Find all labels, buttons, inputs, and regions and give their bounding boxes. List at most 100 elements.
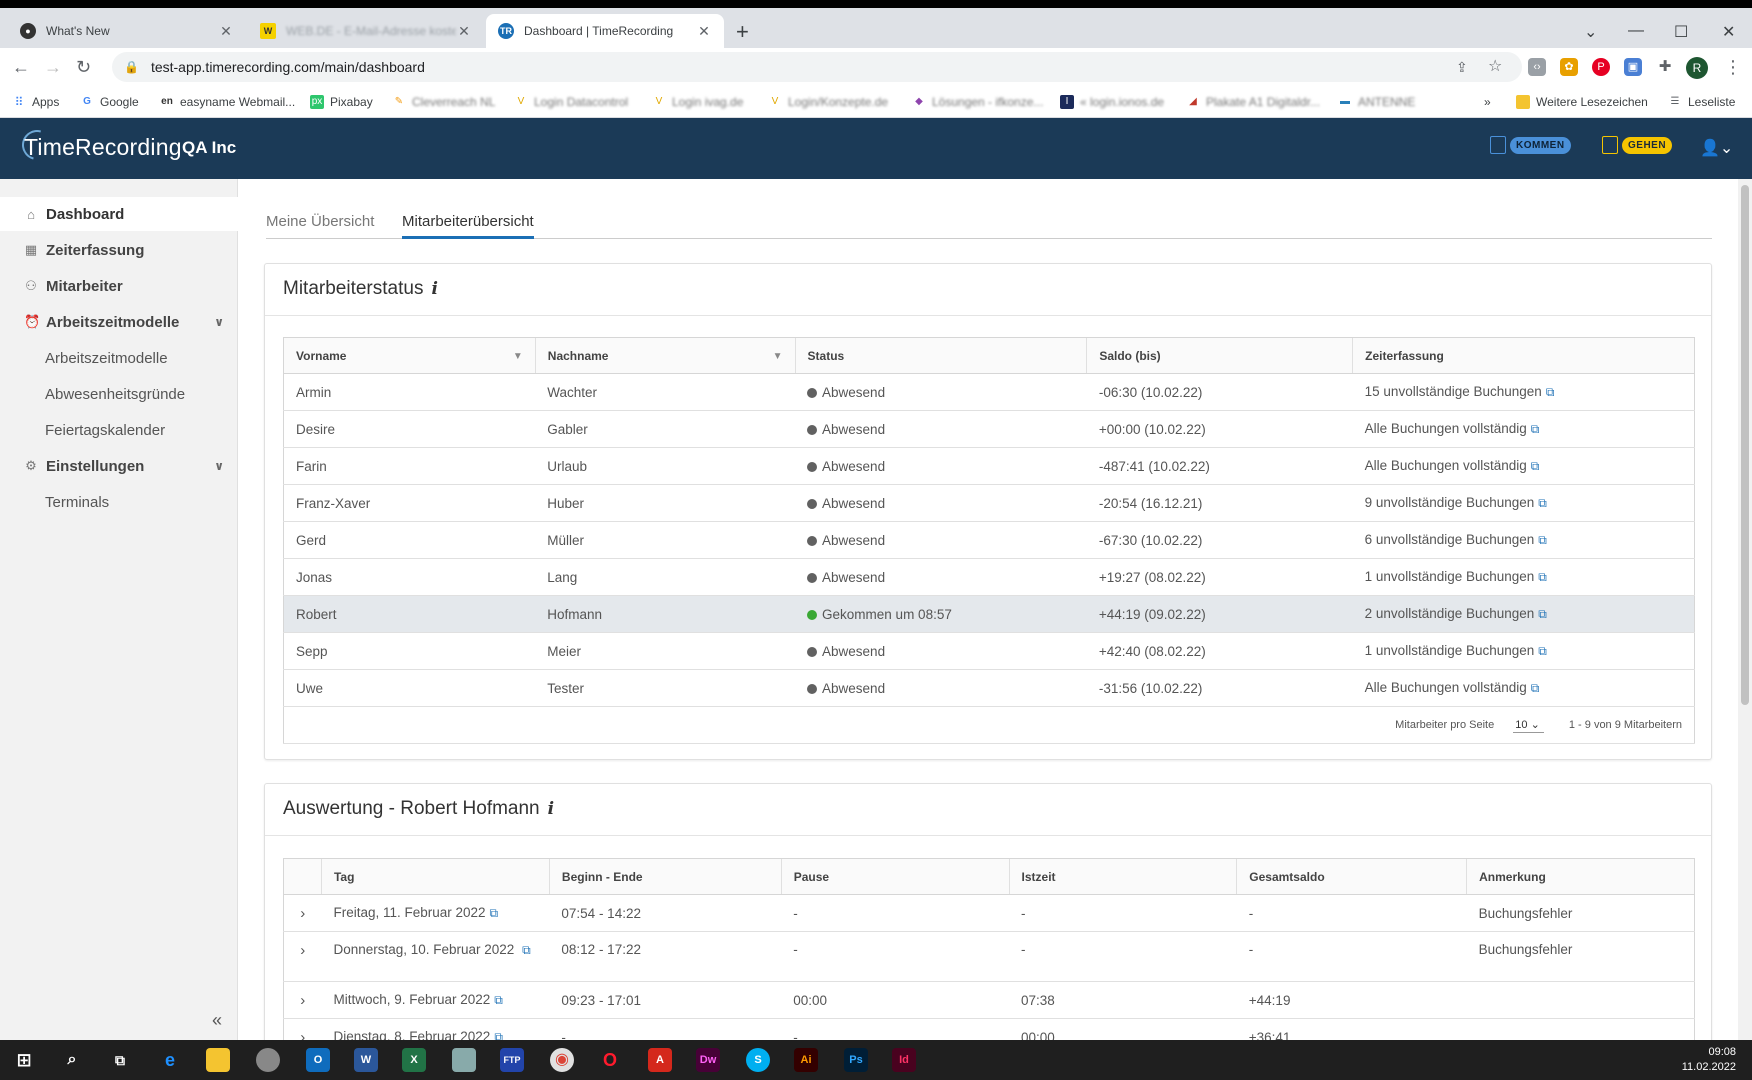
bookmark-pixabay[interactable]: px Pixabay (310, 95, 373, 109)
close-icon[interactable]: ✕ (456, 23, 472, 40)
external-link-icon[interactable]: ⧉ (1531, 681, 1540, 695)
collapse-sidebar-icon[interactable]: « (212, 1010, 222, 1031)
bookmark-star-icon[interactable]: ☆ (1488, 58, 1502, 76)
user-menu-icon[interactable]: 👤⌄ (1700, 138, 1733, 158)
page-scrollbar-thumb[interactable] (1741, 185, 1749, 705)
maximize-button[interactable]: ☐ (1674, 22, 1688, 42)
external-link-icon[interactable]: ⧉ (1538, 533, 1547, 547)
table-row[interactable]: Franz-Xaver Huber Abwesend -20:54 (16.12… (283, 484, 1695, 522)
ftp-icon[interactable]: FTP (500, 1048, 524, 1072)
cell-zeiterfassung[interactable]: 9 unvollständige Buchungen ⧉ (1352, 484, 1695, 522)
notes-icon[interactable] (452, 1048, 476, 1072)
profile-avatar[interactable]: R (1686, 57, 1708, 79)
gehen-button[interactable]: GEHEN (1602, 136, 1673, 154)
table-row[interactable]: Sepp Meier Abwesend +42:40 (08.02.22) 1 … (283, 632, 1695, 670)
cell-tag[interactable]: Donnerstag, 10. Februar 2022 ⧉ (321, 931, 550, 982)
skype-icon[interactable]: S (746, 1048, 770, 1072)
table-row[interactable]: › Mittwoch, 9. Februar 2022 ⧉ 09:23 - 17:… (283, 981, 1695, 1019)
table-row[interactable]: › Freitag, 11. Februar 2022 ⧉ 07:54 - 14:… (283, 894, 1695, 932)
filter-icon[interactable]: ▼ (773, 351, 783, 362)
table-row[interactable]: Gerd Müller Abwesend -67:30 (10.02.22) 6… (283, 521, 1695, 559)
indesign-icon[interactable]: Id (892, 1048, 916, 1072)
cell-zeiterfassung[interactable]: 15 unvollständige Buchungen ⧉ (1352, 373, 1695, 411)
cell-tag[interactable]: Mittwoch, 9. Februar 2022 ⧉ (321, 981, 550, 1019)
sidebar-item-zeiterfassung[interactable]: ▦ Zeiterfassung (0, 233, 238, 267)
filter-icon[interactable]: ▼ (513, 351, 523, 362)
dreamweaver-icon[interactable]: Dw (696, 1048, 720, 1072)
minimize-button[interactable]: — (1628, 22, 1644, 40)
cell-tag[interactable]: Freitag, 11. Februar 2022 ⧉ (321, 894, 550, 932)
external-link-icon[interactable]: ⧉ (1531, 459, 1540, 473)
cell-zeiterfassung[interactable]: 1 unvollständige Buchungen ⧉ (1352, 632, 1695, 670)
sidebar-item-einstellungen[interactable]: ⚙ Einstellungen ∨ (0, 449, 238, 483)
opera-icon[interactable]: O (598, 1048, 622, 1072)
task-view-icon[interactable]: ⧉ (108, 1048, 132, 1072)
sidebar-item-dashboard[interactable]: ⌂ Dashboard (0, 197, 238, 231)
chrome-icon[interactable]: ◉ (550, 1048, 574, 1072)
tab-mitarbeiteruebersicht[interactable]: Mitarbeiterübersicht (402, 213, 534, 239)
per-page-select[interactable]: 10 ⌄ (1513, 718, 1544, 733)
bookmark-ionos[interactable]: I « login.ionos.de (1060, 95, 1164, 109)
extension-gear-icon[interactable]: ✿ (1560, 58, 1578, 76)
info-icon[interactable]: i (548, 799, 554, 819)
bookmark-ivag[interactable]: V Login ivag.de (652, 95, 744, 109)
table-row[interactable]: Jonas Lang Abwesend +19:27 (08.02.22) 1 … (283, 558, 1695, 596)
bookmark-other[interactable]: Weitere Lesezeichen (1516, 95, 1648, 109)
file-explorer-icon[interactable] (206, 1048, 230, 1072)
sidebar-item-mitarbeiter[interactable]: ⚇ Mitarbeiter (0, 269, 238, 303)
external-link-icon[interactable]: ⧉ (490, 906, 499, 920)
illustrator-icon[interactable]: Ai (794, 1048, 818, 1072)
url-text[interactable]: test-app.timerecording.com/main/dashboar… (151, 59, 425, 75)
app-icon[interactable] (256, 1048, 280, 1072)
new-tab-button[interactable]: + (736, 21, 749, 43)
bookmarks-overflow-button[interactable]: » (1484, 95, 1491, 109)
external-link-icon[interactable]: ⧉ (494, 993, 503, 1007)
bookmark-easyname[interactable]: en easyname Webmail... (160, 95, 295, 109)
sidebar-item-arbeitszeitmodelle[interactable]: ⏰ Arbeitszeitmodelle ∨ (0, 305, 238, 339)
app-logo[interactable]: TimeRecording (24, 134, 182, 161)
browser-tab-whats-new[interactable]: ● What's New ✕ (8, 14, 246, 48)
reading-list-button[interactable]: ☰ Leseliste (1668, 95, 1736, 109)
cell-zeiterfassung[interactable]: 2 unvollständige Buchungen ⧉ (1352, 595, 1695, 633)
photoshop-icon[interactable]: Ps (844, 1048, 868, 1072)
cell-zeiterfassung[interactable]: Alle Buchungen vollständig ⧉ (1352, 669, 1695, 707)
reload-icon[interactable]: ↻ (76, 58, 91, 76)
excel-icon[interactable]: X (402, 1048, 426, 1072)
bookmark-antenne[interactable]: ▬ ANTENNE (1338, 95, 1415, 109)
external-link-icon[interactable]: ⧉ (1538, 570, 1547, 584)
bookmark-apps[interactable]: ⠿ Apps (12, 95, 60, 109)
pinterest-icon[interactable]: P (1592, 58, 1610, 76)
sidebar-subitem-abwesenheitsgruende[interactable]: Abwesenheitsgründe (45, 386, 185, 403)
browser-menu-icon[interactable]: ⋮ (1724, 58, 1742, 76)
close-icon[interactable]: ✕ (696, 23, 712, 40)
windows-start-icon[interactable]: ⊞ (12, 1048, 36, 1072)
table-row[interactable]: Uwe Tester Abwesend -31:56 (10.02.22) Al… (283, 669, 1695, 707)
cell-zeiterfassung[interactable]: 6 unvollständige Buchungen ⧉ (1352, 521, 1695, 559)
table-row[interactable]: Armin Wachter Abwesend -06:30 (10.02.22)… (283, 373, 1695, 411)
sidebar-subitem-arbeitszeitmodelle[interactable]: Arbeitszeitmodelle (45, 350, 168, 367)
bookmark-loesungen[interactable]: ◆ Lösungen - ifkonze... (912, 95, 1043, 109)
cell-zeiterfassung[interactable]: Alle Buchungen vollständig ⧉ (1352, 410, 1695, 448)
extension-code-icon[interactable]: ‹› (1528, 58, 1546, 76)
sidebar-subitem-feiertagskalender[interactable]: Feiertagskalender (45, 422, 165, 439)
bookmark-cleverreach[interactable]: ✎ Cleverreach NL (392, 95, 496, 109)
table-row-selected[interactable]: Robert Hofmann Gekommen um 08:57 +44:19 … (283, 595, 1695, 633)
column-header-vorname[interactable]: Vorname ▼ (283, 337, 536, 374)
share-icon[interactable]: ⇪ (1456, 58, 1468, 76)
expand-row-icon[interactable]: › (283, 894, 322, 932)
table-row[interactable]: Desire Gabler Abwesend +00:00 (10.02.22)… (283, 410, 1695, 448)
sidebar-subitem-terminals[interactable]: Terminals (45, 494, 109, 511)
browser-tab-dashboard[interactable]: TR Dashboard | TimeRecording ✕ (486, 14, 724, 48)
column-header-nachname[interactable]: Nachname ▼ (534, 337, 796, 374)
forward-icon[interactable]: → (44, 58, 62, 76)
external-link-icon[interactable]: ⧉ (1546, 385, 1555, 399)
external-link-icon[interactable]: ⧉ (1538, 496, 1547, 510)
cell-zeiterfassung[interactable]: Alle Buchungen vollständig ⧉ (1352, 447, 1695, 485)
bookmark-datacontrol[interactable]: V Login Datacontrol (514, 95, 628, 109)
back-icon[interactable]: ← (12, 58, 30, 76)
expand-row-icon[interactable]: › (283, 931, 322, 982)
external-link-icon[interactable]: ⧉ (1531, 422, 1540, 436)
info-icon[interactable]: i (431, 279, 437, 299)
internet-explorer-icon[interactable]: e (158, 1048, 182, 1072)
cell-zeiterfassung[interactable]: 1 unvollständige Buchungen ⧉ (1352, 558, 1695, 596)
